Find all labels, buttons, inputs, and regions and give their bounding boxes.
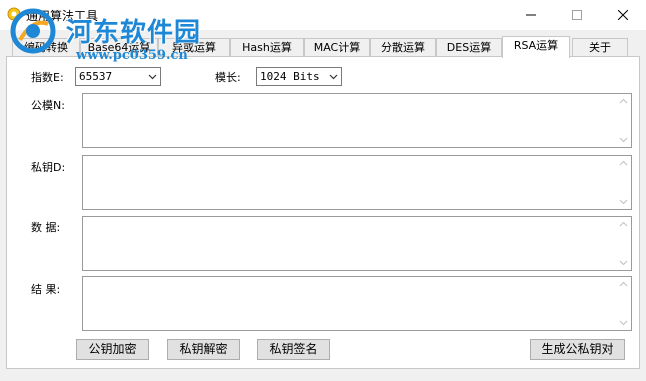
modlen-label: 模长: [215,71,241,84]
chevron-down-icon [329,74,338,80]
tab-base64[interactable]: Base64运算 [80,38,158,56]
public-encrypt-button[interactable]: 公钥加密 [76,339,149,360]
exponent-label: 指数E: [31,71,64,84]
private-key-label: 私钥D: [31,161,66,174]
result-field[interactable] [82,276,632,331]
close-icon [618,10,628,20]
private-sign-button[interactable]: 私钥签名 [257,339,330,360]
tab-des[interactable]: DES运算 [436,38,502,56]
exponent-value: 65537 [79,70,113,83]
tab-diversify[interactable]: 分散运算 [370,38,436,56]
close-button[interactable] [600,0,646,30]
modulus-field[interactable] [82,93,632,148]
tab-xor[interactable]: 异或运算 [158,38,230,56]
tab-encoding[interactable]: 编码转换 [12,38,80,56]
scroll-down-icon[interactable] [619,199,628,205]
data-label: 数 据: [31,221,61,234]
tab-about[interactable]: 关于 [572,38,628,56]
scroll-up-icon[interactable] [619,160,628,166]
rsa-panel: 指数E: 65537 模长: 1024 Bits 公模N: 私钥D: 数 据: … [6,56,640,369]
maximize-icon [572,10,582,20]
scroll-up-icon[interactable] [619,98,628,104]
tab-bar: 编码转换 Base64运算 异或运算 Hash运算 MAC计算 分散运算 DES… [6,36,640,58]
exponent-select[interactable]: 65537 [75,67,161,86]
tab-mac[interactable]: MAC计算 [304,38,370,56]
scroll-down-icon[interactable] [619,137,628,143]
scroll-up-icon[interactable] [619,221,628,227]
minimize-icon [526,14,536,16]
data-field[interactable] [82,216,632,271]
tab-hash[interactable]: Hash运算 [230,38,304,56]
modlen-value: 1024 Bits [260,70,320,83]
title-bar: 通用算法工具 [0,0,646,30]
minimize-button[interactable] [508,0,554,30]
scroll-down-icon[interactable] [619,320,628,326]
generate-keypair-button[interactable]: 生成公私钥对 [530,339,625,360]
maximize-button[interactable] [554,0,600,30]
scroll-down-icon[interactable] [619,260,628,266]
modlen-select[interactable]: 1024 Bits [256,67,342,86]
tab-rsa[interactable]: RSA运算 [502,36,570,58]
result-label: 结 果: [31,283,61,296]
chevron-down-icon [148,74,157,80]
modulus-label: 公模N: [31,99,65,112]
private-decrypt-button[interactable]: 私钥解密 [167,339,240,360]
app-icon [7,7,21,21]
scroll-up-icon[interactable] [619,281,628,287]
private-key-field[interactable] [82,155,632,210]
window-title: 通用算法工具 [26,9,99,23]
